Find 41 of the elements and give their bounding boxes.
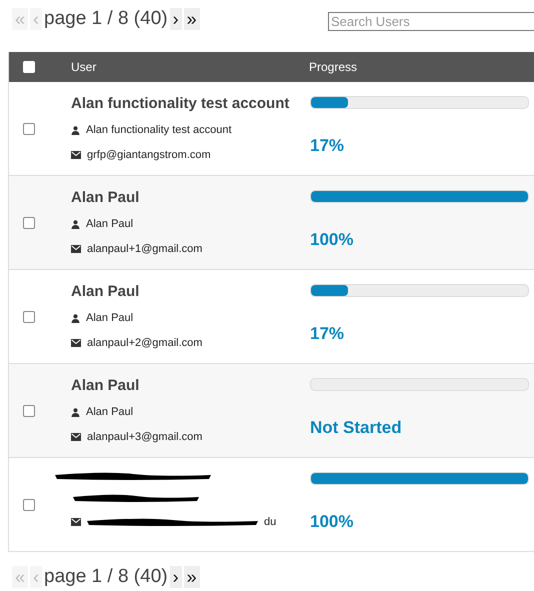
checkbox[interactable]: [23, 122, 35, 134]
last-page-button[interactable]: »: [184, 566, 200, 588]
user-name: Alan Paul: [71, 282, 140, 302]
user-name: Alan Paul: [71, 188, 140, 208]
email: grfp@giantangstrom.com: [87, 148, 211, 162]
next-page-button[interactable]: ›: [170, 566, 182, 588]
username: Alan Paul: [86, 311, 134, 326]
search-field[interactable]: Search Users: [328, 12, 534, 31]
progress-reading: 100%: [310, 512, 354, 531]
user-name: Alan functionality test account: [71, 94, 290, 114]
username: Alan Paul: [86, 217, 134, 232]
checkbox[interactable]: [23, 310, 35, 322]
progress-reading: 100%: [310, 230, 354, 249]
envelope-icon: [71, 338, 81, 347]
checkbox[interactable]: [23, 404, 35, 416]
person-icon: [71, 408, 80, 417]
person-icon: [71, 126, 80, 135]
checkbox[interactable]: [23, 216, 35, 228]
column-header: Progress: [309, 59, 358, 76]
progress-reading: 17%: [310, 324, 344, 343]
email: du: [264, 515, 276, 530]
progress-reading: Not Started: [310, 418, 402, 437]
page-indicator: page 1 / 8 (40): [44, 566, 168, 588]
last-page-button[interactable]: »: [184, 8, 200, 30]
email: alanpaul+2@gmail.com: [87, 336, 202, 350]
user-name: Alan Paul: [71, 376, 140, 396]
checkbox[interactable]: [23, 498, 35, 510]
envelope-icon: [71, 150, 81, 159]
envelope-icon: [71, 518, 81, 526]
username: Alan functionality test account: [86, 123, 232, 138]
next-page-button[interactable]: ›: [170, 8, 182, 30]
email: alanpaul+3@gmail.com: [87, 430, 202, 444]
page-indicator: page 1 / 8 (40): [44, 8, 168, 30]
envelope-icon: [71, 432, 81, 441]
person-icon: [71, 314, 80, 323]
envelope-icon: [71, 244, 81, 253]
column-header: User: [71, 59, 98, 76]
email: alanpaul+1@gmail.com: [87, 242, 202, 256]
progress-reading: 17%: [310, 136, 344, 155]
username: Alan Paul: [86, 405, 134, 420]
person-icon: [71, 220, 80, 229]
